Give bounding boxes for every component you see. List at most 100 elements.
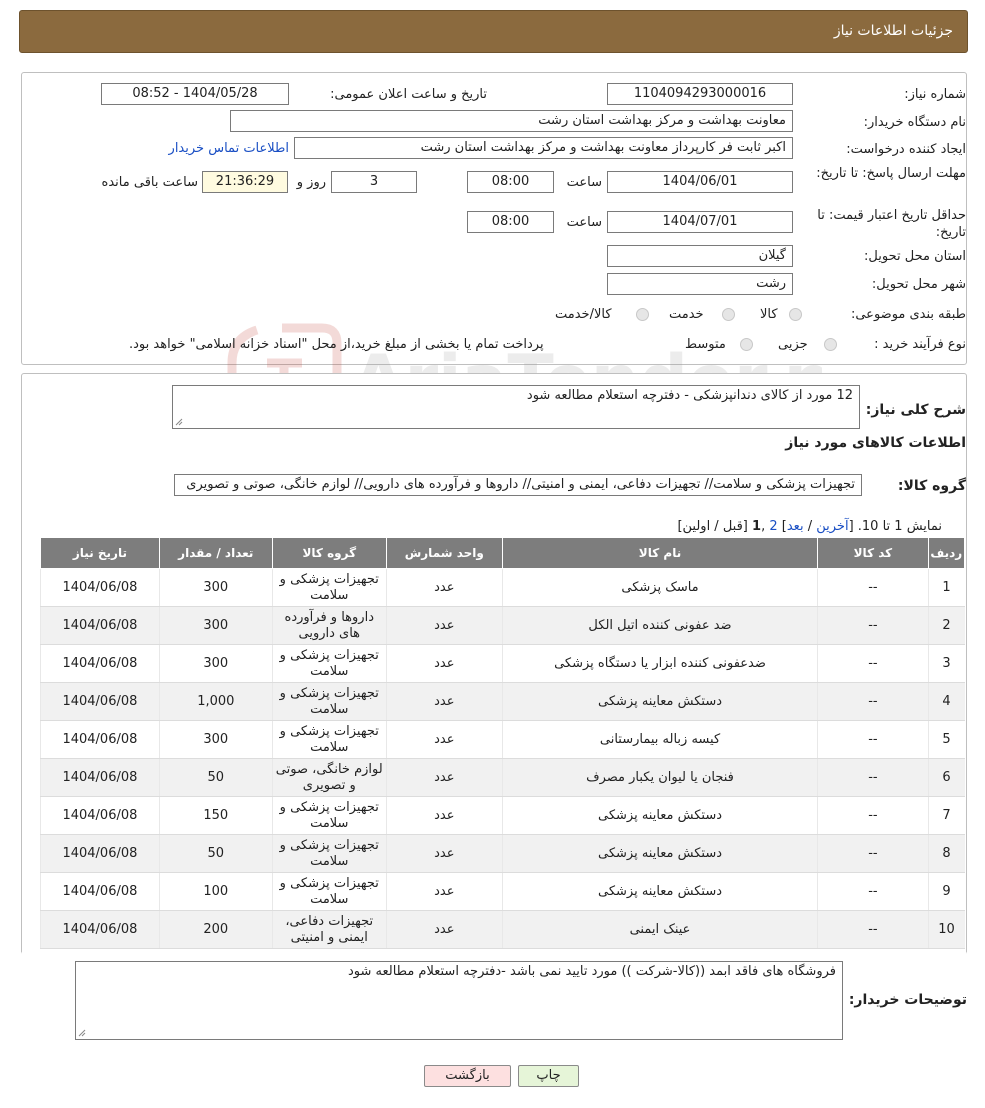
cell-row-no: 7 (927, 796, 965, 835)
cell-code: -- (817, 568, 929, 607)
cell-unit: عدد (385, 682, 503, 721)
province-label: استان محل تحویل: (864, 249, 966, 264)
cell-quantity: 300 (158, 568, 273, 607)
table-row: 1 -- ماسک پزشکی عدد تجهیزات پزشکی و سلامت 300… (40, 568, 965, 607)
table-row: 8 -- دستکش معاینه پزشکی عدد تجهیزات پزشکی و … (40, 834, 965, 873)
category-radio-service[interactable] (722, 308, 735, 321)
category-radio-both[interactable] (636, 308, 649, 321)
cell-code: -- (817, 872, 929, 911)
resize-handle-icon[interactable] (78, 1029, 86, 1037)
table-row: 7 -- دستکش معاینه پزشکی عدد تجهیزات پزشکی و … (40, 796, 965, 835)
province-field: گیلان (607, 245, 793, 267)
cell-row-no: 8 (927, 834, 965, 873)
process-option-minor: جزیی (778, 337, 808, 352)
cell-name: فنجان یا لیوان یکبار مصرف (501, 758, 818, 797)
cell-row-no: 4 (927, 682, 965, 721)
cell-name: دستکش معاینه پزشکی (501, 682, 818, 721)
cell-quantity: 200 (158, 910, 273, 949)
table-header-row: ردیف کد کالا نام کالا واحد شمارش گروه کا… (40, 537, 966, 569)
cell-name: دستکش معاینه پزشکی (501, 796, 818, 835)
cell-group: داروها و فرآورده های دارویی (271, 606, 387, 645)
need-number-field: 1104094293000016 (607, 83, 793, 105)
cell-row-no: 6 (927, 758, 965, 797)
goods-group-field: تجهیزات پزشکی و سلامت// تجهیزات دفاعی، ا… (174, 474, 862, 496)
cell-unit: عدد (385, 568, 503, 607)
process-note: پرداخت تمام یا بخشی از مبلغ خرید،از محل … (129, 337, 544, 352)
cell-quantity: 300 (158, 644, 273, 683)
pagination-suffix: [قبل / اولین] (677, 519, 748, 534)
cell-quantity: 300 (158, 606, 273, 645)
col-header-unit: واحد شمارش (385, 537, 503, 569)
buyer-contact-link[interactable]: اطلاعات تماس خریدار (154, 141, 289, 156)
cell-code: -- (817, 644, 929, 683)
cell-code: -- (817, 910, 929, 949)
goods-group-label: گروه کالا: (897, 478, 966, 494)
cell-code: -- (817, 682, 929, 721)
back-button[interactable]: بازگشت (424, 1065, 511, 1087)
table-row: 10 -- عینک ایمنی عدد تجهیزات دفاعی، ایمنی و … (40, 910, 965, 949)
validity-time-label: ساعت (566, 215, 602, 230)
cell-quantity: 150 (158, 796, 273, 835)
pagination-last-link[interactable]: آخرین (816, 519, 848, 534)
cell-date: 1404/06/08 (40, 568, 160, 607)
pagination-next-link[interactable]: بعد (787, 519, 804, 534)
cell-quantity: 300 (158, 720, 273, 759)
items-table: ردیف کد کالا نام کالا واحد شمارش گروه کا… (40, 537, 966, 949)
items-heading: اطلاعات کالاهای مورد نیاز (785, 435, 966, 451)
category-radio-goods[interactable] (789, 308, 802, 321)
cell-date: 1404/06/08 (40, 834, 160, 873)
announce-field: 1404/05/28 - 08:52 (101, 83, 289, 105)
cell-group: تجهیزات دفاعی، ایمنی و امنیتی (271, 910, 387, 949)
cell-code: -- (817, 796, 929, 835)
process-radio-minor[interactable] (824, 338, 837, 351)
cell-quantity: 1,000 (158, 682, 273, 721)
cell-name: ضد عفونی کننده اتیل الکل (501, 606, 818, 645)
cell-unit: عدد (385, 796, 503, 835)
table-row: 4 -- دستکش معاینه پزشکی عدد تجهیزات پزشکی و … (40, 682, 965, 721)
cell-unit: عدد (385, 720, 503, 759)
table-row: 5 -- کیسه زباله بیمارستانی عدد تجهیزات پزشکی… (40, 720, 965, 759)
cell-row-no: 5 (927, 720, 965, 759)
col-header-group: گروه کالا (271, 537, 387, 569)
cell-unit: عدد (385, 910, 503, 949)
cell-quantity: 50 (158, 758, 273, 797)
cell-code: -- (817, 606, 929, 645)
need-desc-label: شرح کلی نیاز: (865, 402, 966, 418)
pagination-prefix: نمایش 1 تا 10. [ (848, 519, 942, 534)
col-header-code: کد کالا (817, 537, 929, 569)
cell-group: تجهیزات پزشکی و سلامت (271, 644, 387, 683)
table-row: 6 -- فنجان یا لیوان یکبار مصرف عدد لوازم خان… (40, 758, 965, 797)
cell-group: تجهیزات پزشکی و سلامت (271, 796, 387, 835)
cell-unit: عدد (385, 606, 503, 645)
validity-date-field: 1404/07/01 (607, 211, 793, 233)
deadline-date-field: 1404/06/01 (607, 171, 793, 193)
pagination-current-page: 1 (752, 519, 762, 534)
process-radio-medium[interactable] (740, 338, 753, 351)
cell-code: -- (817, 758, 929, 797)
deadline-label: مهلت ارسال پاسخ: تا تاریخ: (816, 166, 966, 181)
cell-name: دستکش معاینه پزشکی (501, 872, 818, 911)
remaining-label: ساعت باقی مانده (101, 175, 198, 190)
cell-row-no: 3 (927, 644, 965, 683)
pagination-page-2-link[interactable]: 2 (769, 519, 777, 534)
cell-date: 1404/06/08 (40, 796, 160, 835)
print-button[interactable]: چاپ (518, 1065, 579, 1087)
validity-label: حداقل تاریخ اعتبار قیمت: تا تاریخ: (817, 208, 966, 240)
col-header-row-no: ردیف (927, 537, 966, 569)
cell-date: 1404/06/08 (40, 682, 160, 721)
need-desc-field: 12 مورد از کالای دندانپزشکی - دفترچه است… (172, 385, 860, 429)
cell-name: دستکش معاینه پزشکی (501, 834, 818, 873)
need-desc-text: 12 مورد از کالای دندانپزشکی - دفترچه است… (526, 388, 853, 403)
cell-quantity: 100 (158, 872, 273, 911)
buyer-org-field: معاونت بهداشت و مرکز بهداشت استان رشت (230, 110, 793, 132)
creator-label: ایجاد کننده درخواست: (846, 142, 966, 157)
cell-date: 1404/06/08 (40, 872, 160, 911)
cell-code: -- (817, 720, 929, 759)
resize-handle-icon[interactable] (175, 418, 183, 426)
cell-quantity: 50 (158, 834, 273, 873)
cell-date: 1404/06/08 (40, 644, 160, 683)
category-label: طبقه بندی موضوعی: (850, 307, 966, 322)
process-label: نوع فرآیند خرید : (874, 337, 966, 352)
cell-unit: عدد (385, 834, 503, 873)
remaining-time-field: 21:36:29 (202, 171, 288, 193)
